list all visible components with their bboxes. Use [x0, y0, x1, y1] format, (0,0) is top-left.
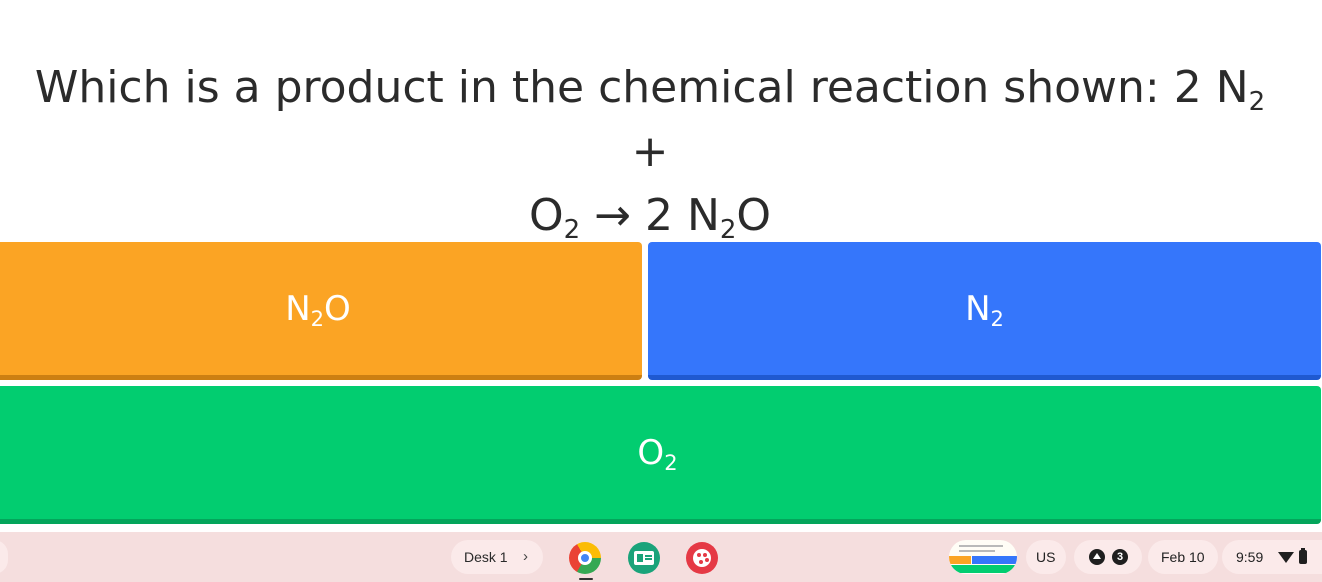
- notification-count-badge: 3: [1112, 549, 1128, 565]
- screen-capture-thumbnail[interactable]: [949, 540, 1017, 574]
- answer-option-1[interactable]: N2O: [0, 242, 642, 380]
- system-shelf: Desk 1 › US 3 Feb 10 9:59: [0, 532, 1322, 582]
- notification-tray[interactable]: 3: [1074, 540, 1142, 574]
- desk-switcher-button[interactable]: Desk 1 ›: [451, 540, 543, 574]
- chevron-right-icon: ›: [523, 548, 528, 565]
- keyboard-layout-label: US: [1036, 549, 1056, 565]
- answer-option-2[interactable]: N2: [648, 242, 1321, 380]
- battery-icon: [1299, 548, 1307, 564]
- launcher-button[interactable]: [0, 540, 8, 574]
- keyboard-layout-indicator[interactable]: US: [1026, 540, 1066, 574]
- wifi-icon: [1278, 552, 1294, 563]
- palette-icon[interactable]: [686, 542, 718, 574]
- answer-option-2-label: N2: [965, 288, 1004, 331]
- active-app-indicator: [579, 578, 593, 580]
- chrome-icon[interactable]: [569, 542, 601, 574]
- update-icon: [1089, 549, 1105, 565]
- date-tray[interactable]: Feb 10: [1148, 540, 1218, 574]
- classroom-icon[interactable]: [628, 542, 660, 574]
- question-text: Which is a product in the chemical react…: [34, 62, 1266, 245]
- desk-label: Desk 1: [464, 549, 508, 565]
- status-tray[interactable]: 9:59: [1222, 540, 1322, 574]
- answer-option-3-label: O2: [637, 432, 678, 475]
- answer-option-3[interactable]: O2: [0, 386, 1321, 524]
- date-label: Feb 10: [1161, 549, 1205, 565]
- answer-option-1-label: N2O: [285, 288, 351, 331]
- clock-label: 9:59: [1236, 549, 1264, 565]
